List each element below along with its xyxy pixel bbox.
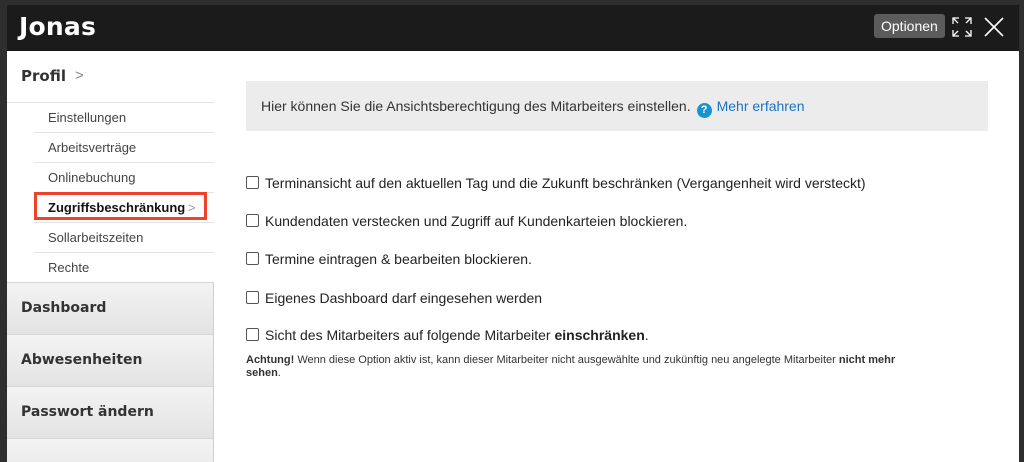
sidebar-item-dashboard[interactable]: Dashboard xyxy=(7,282,214,334)
option-restrict-appointment-view[interactable]: Terminansicht auf den aktuellen Tag und … xyxy=(246,175,866,193)
help-icon[interactable]: ? xyxy=(696,103,712,118)
sidebar-subitem-sollarbeitszeiten[interactable]: Sollarbeitszeiten xyxy=(34,222,214,252)
option-label: Eigenes Dashboard darf eingesehen werden xyxy=(265,290,543,306)
checkbox[interactable] xyxy=(246,252,259,265)
title-bar: Jonas Optionen xyxy=(7,5,1019,51)
sidebar-item-abwesenheiten[interactable]: Abwesenheiten xyxy=(7,334,214,386)
info-box: Hier können Sie die Ansichtsberechtigung… xyxy=(246,81,988,131)
option-label: Terminansicht auf den aktuellen Tag und … xyxy=(265,175,866,191)
option-label-prefix: Sicht des Mitarbeiters auf folgende Mita… xyxy=(265,327,555,343)
sidebar-subitem-label: Sollarbeitszeiten xyxy=(48,230,144,245)
sidebar-subitem-label: Arbeitsverträge xyxy=(48,140,137,155)
option-hide-customer-data[interactable]: Kundendaten verstecken und Zugriff auf K… xyxy=(246,213,687,231)
employee-name-title: Jonas xyxy=(19,12,97,41)
profile-modal: Jonas Optionen Profil > Einstellungen Ar… xyxy=(7,5,1019,462)
option-restrict-employee-visibility[interactable]: Sicht des Mitarbeiters auf folgende Mita… xyxy=(246,327,649,345)
checkbox[interactable] xyxy=(246,328,259,341)
sidebar-subitem-einstellungen[interactable]: Einstellungen xyxy=(34,103,214,132)
main-content: Hier können Sie die Ansichtsberechtigung… xyxy=(214,51,1019,462)
sidebar-item-passwort-aendern[interactable]: Passwort ändern xyxy=(7,386,214,438)
sidebar-subitem-onlinebuchung[interactable]: Onlinebuchung xyxy=(34,162,214,192)
chevron-right-icon: > xyxy=(188,200,196,215)
option-label: Kundendaten verstecken und Zugriff auf K… xyxy=(265,213,688,229)
sidebar-item-profil[interactable]: Profil > xyxy=(7,51,214,103)
warning-note: Achtung! Wenn diese Option aktiv ist, ka… xyxy=(246,354,906,380)
checkbox[interactable] xyxy=(246,291,259,304)
option-own-dashboard[interactable]: Eigenes Dashboard darf eingesehen werden xyxy=(246,290,542,308)
sidebar-filler xyxy=(7,438,214,462)
checkbox[interactable] xyxy=(246,214,259,227)
option-label-bold: einschränken xyxy=(554,327,645,343)
checkbox[interactable] xyxy=(246,176,259,189)
option-block-appointment-editing[interactable]: Termine eintragen & bearbeiten blockiere… xyxy=(246,251,532,269)
close-icon[interactable] xyxy=(982,15,1006,39)
sidebar-item-label: Dashboard xyxy=(21,300,107,316)
sidebar-subitem-label: Zugriffsbeschränkung xyxy=(48,200,186,215)
option-label-suffix: . xyxy=(644,327,649,343)
sidebar-item-label: Profil xyxy=(21,67,66,85)
warning-suffix: . xyxy=(277,367,281,379)
info-text: Hier können Sie die Ansichtsberechtigung… xyxy=(261,98,691,114)
sidebar-subitem-label: Einstellungen xyxy=(48,110,127,125)
sidebar-subitem-label: Rechte xyxy=(48,260,90,275)
sidebar-item-label: Passwort ändern xyxy=(21,404,154,420)
sidebar-subitem-zugriffsbeschraenkung[interactable]: Zugriffsbeschränkung > xyxy=(34,192,214,222)
option-label: Termine eintragen & bearbeiten blockiere… xyxy=(265,251,532,267)
more-info-link[interactable]: Mehr erfahren xyxy=(717,98,805,114)
chevron-right-icon: > xyxy=(75,67,84,84)
sidebar: Profil > Einstellungen Arbeitsverträge O… xyxy=(7,51,214,462)
profil-submenu: Einstellungen Arbeitsverträge Onlinebuch… xyxy=(7,103,214,282)
sidebar-subitem-label: Onlinebuchung xyxy=(48,170,136,185)
warning-text: Wenn diese Option aktiv ist, kann dieser… xyxy=(294,354,839,366)
info-text-line: Hier können Sie die Ansichtsberechtigung… xyxy=(261,98,805,118)
sidebar-item-label: Abwesenheiten xyxy=(21,352,143,368)
expand-icon[interactable] xyxy=(950,15,974,39)
sidebar-subitem-rechte[interactable]: Rechte xyxy=(34,252,214,282)
options-button[interactable]: Optionen xyxy=(874,14,945,38)
sidebar-subitem-arbeitsvertraege[interactable]: Arbeitsverträge xyxy=(34,132,214,162)
warning-label: Achtung! xyxy=(246,354,295,366)
